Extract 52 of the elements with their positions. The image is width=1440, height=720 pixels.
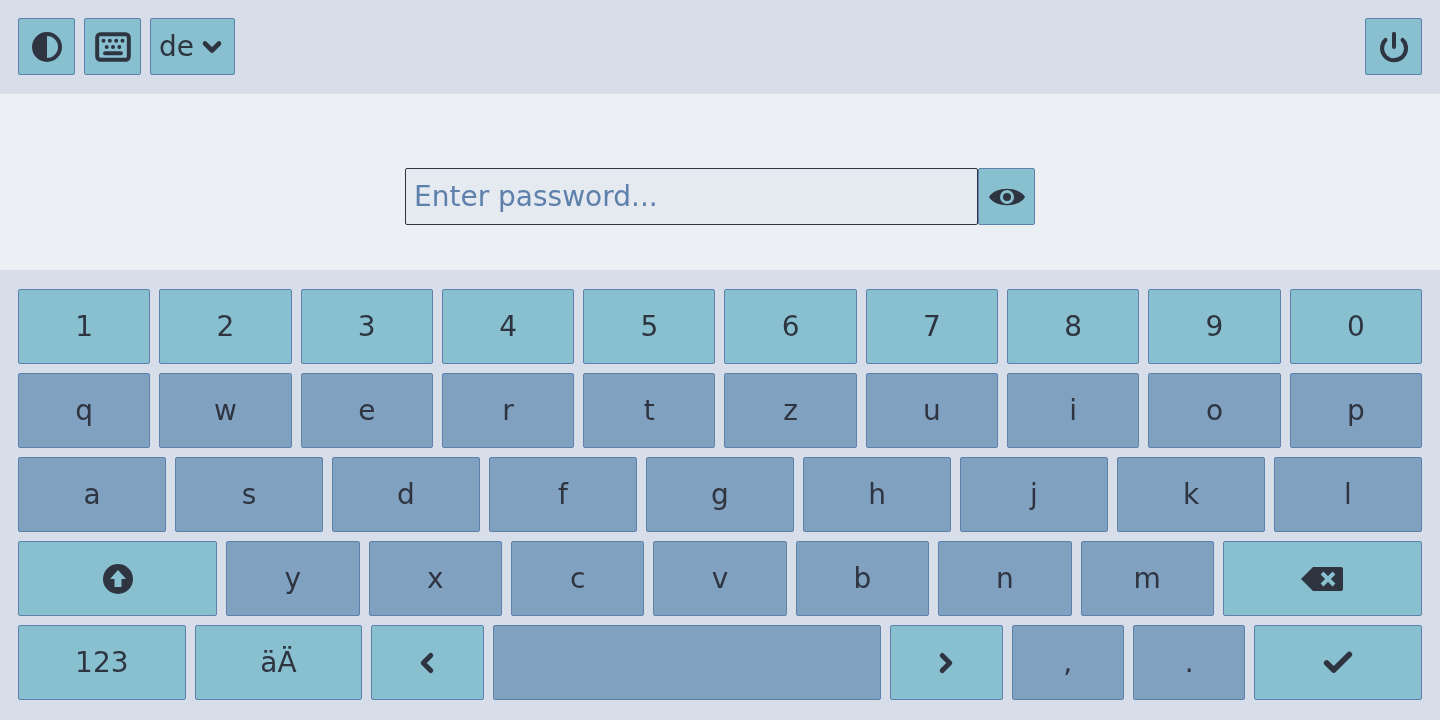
keyboard-key[interactable]: äÄ — [194, 625, 363, 700]
keyboard-key[interactable]: , — [1011, 625, 1124, 700]
shift-icon — [102, 563, 133, 594]
contrast-icon — [30, 30, 63, 63]
keyboard-key[interactable]: r — [441, 373, 575, 448]
keyboard-key[interactable]: s — [175, 457, 323, 532]
backspace-icon — [1301, 566, 1344, 591]
keyboard-key[interactable]: 4 — [441, 289, 575, 364]
keyboard-key[interactable]: 7 — [865, 289, 999, 364]
keyboard-key[interactable]: k — [1117, 457, 1265, 532]
contrast-button[interactable] — [18, 18, 75, 75]
backspace-key[interactable] — [1222, 541, 1423, 616]
password-field[interactable]: Enter password... — [405, 168, 978, 225]
keyboard-key[interactable]: p — [1289, 373, 1422, 448]
keyboard-key[interactable]: w — [159, 373, 292, 448]
keyboard-key[interactable]: 2 — [159, 289, 292, 364]
keyboard-key[interactable]: 6 — [724, 289, 857, 364]
keyboard-key[interactable]: q — [18, 373, 151, 448]
shift-key[interactable] — [18, 541, 218, 616]
keyboard-key[interactable]: c — [510, 541, 645, 616]
keyboard-key[interactable]: x — [368, 541, 502, 616]
keyboard-key[interactable]: . — [1132, 625, 1246, 700]
power-button[interactable] — [1365, 18, 1422, 75]
keyboard-key[interactable]: o — [1148, 373, 1281, 448]
keyboard-key[interactable]: 1 — [18, 289, 151, 364]
keyboard-key[interactable]: u — [865, 373, 999, 448]
keyboard-key[interactable]: 3 — [300, 289, 433, 364]
keyboard-key[interactable]: h — [803, 457, 951, 532]
keyboard-key[interactable]: 0 — [1289, 289, 1422, 364]
keyboard-key[interactable]: v — [653, 541, 787, 616]
keyboard-key[interactable]: d — [332, 457, 480, 532]
keyboard-key[interactable]: t — [583, 373, 716, 448]
power-icon — [1377, 30, 1410, 63]
keyboard-key[interactable]: 8 — [1007, 289, 1140, 364]
show-password-button[interactable] — [978, 168, 1035, 225]
keyboard-key[interactable]: m — [1080, 541, 1214, 616]
keyboard-key[interactable]: y — [226, 541, 360, 616]
keyboard-key[interactable]: z — [724, 373, 857, 448]
keyboard-key[interactable]: j — [960, 457, 1108, 532]
keyboard-key[interactable]: g — [646, 457, 794, 532]
keyboard-key[interactable]: n — [938, 541, 1072, 616]
keyboard-key[interactable]: f — [489, 457, 637, 532]
keyboard-button[interactable] — [84, 18, 141, 75]
language-dropdown[interactable]: de — [150, 18, 235, 75]
keyboard-key[interactable]: e — [300, 373, 433, 448]
keyboard-key[interactable]: i — [1007, 373, 1140, 448]
keyboard-key[interactable]: 123 — [18, 625, 186, 700]
keyboard-key[interactable]: b — [795, 541, 930, 616]
keyboard-key[interactable]: 9 — [1148, 289, 1281, 364]
keyboard-key[interactable]: 5 — [583, 289, 716, 364]
keyboard-key[interactable]: l — [1274, 457, 1422, 532]
keyboard-key[interactable]: a — [18, 457, 166, 532]
